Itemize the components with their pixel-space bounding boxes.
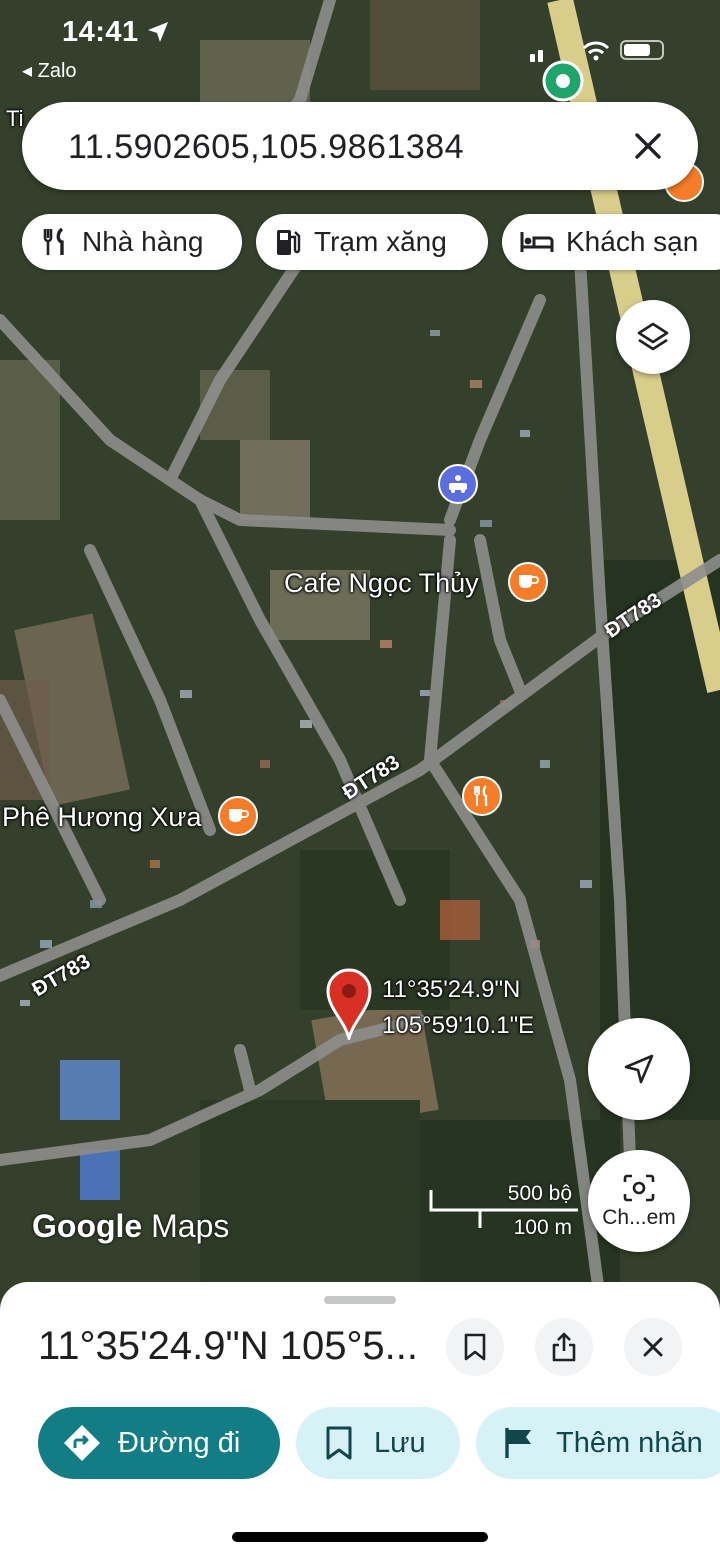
directions-label: Đường đi [118,1426,241,1459]
share-icon [552,1332,576,1362]
save-button[interactable]: Lưu [296,1407,460,1479]
hotel-icon [520,232,554,252]
share-button[interactable] [535,1318,593,1376]
status-bar: 14:41 ◂ Zalo [0,0,720,102]
satellite-imagery [0,0,720,1310]
bookmark-button[interactable] [446,1318,504,1376]
bookmark-icon [326,1426,352,1460]
dropped-pin-icon[interactable] [326,968,372,1040]
clock: 14:41 [62,16,139,48]
google-maps-logo: Google Maps [32,1208,230,1244]
navigation-arrow-icon [624,1054,654,1084]
chip-label: Khách sạn [566,226,699,257]
signal-icon [530,50,543,62]
save-label: Lưu [374,1426,426,1459]
location-services-icon [148,22,168,42]
bus-station-poi[interactable] [438,464,478,504]
place-label-cafe-ngoc-thuy[interactable]: Cafe Ngọc Thủy [284,568,479,599]
gas-station-icon [277,230,301,255]
scale-metric: 100 m [513,1216,572,1239]
close-sheet-button[interactable] [624,1318,682,1376]
cafe-poi[interactable] [508,562,548,602]
place-title: 11°35'24.9"N 105°5... [38,1324,419,1368]
my-location-button[interactable] [588,1018,690,1120]
chip-restaurants[interactable]: Nhà hàng [22,214,242,270]
restaurant-poi[interactable] [462,776,502,816]
wifi-icon [582,41,610,61]
bookmark-icon [464,1333,486,1361]
back-app-label: Zalo [37,60,77,82]
coffee-cup-icon [229,809,249,822]
sheet-drag-handle[interactable] [324,1296,396,1304]
restaurant-icon [43,227,64,255]
pin-latitude-label: 11°35'24.9"N [382,976,521,1003]
coffee-cup-icon [519,575,539,588]
back-to-app[interactable]: ◂ Zalo [22,58,77,83]
close-icon [643,1337,663,1357]
add-label-text: Thêm nhãn [556,1426,703,1459]
scale-imperial: 500 bộ [507,1182,572,1205]
car-icon [449,475,467,493]
camera-search-icon [623,1174,655,1202]
chip-gas-stations[interactable]: Trạm xăng [256,214,488,270]
place-label-phe-huong-xua[interactable]: Phê Hương Xưa [2,802,201,833]
cafe-poi[interactable] [218,796,258,836]
home-indicator[interactable] [232,1532,488,1542]
layers-button[interactable] [616,300,690,374]
current-location-dot [542,60,584,102]
chip-label: Trạm xăng [314,226,447,257]
pin-longitude-label: 105°59'10.1"E [382,1012,535,1039]
directions-icon [64,1425,100,1461]
search-bar[interactable]: 11.5902605,105.9861384 [22,102,698,190]
flag-icon [505,1428,531,1458]
fork-knife-icon [474,785,488,806]
close-icon[interactable] [628,126,668,166]
map-view[interactable]: Ti Cafe Ngọc Thủy ĐT783 ĐT783 ĐT783 Phê … [0,0,720,1310]
lens-label: Ch...em [602,1206,676,1229]
chip-hotels[interactable]: Khách sạn [502,214,720,270]
map-label-fragment: Ti [6,106,24,131]
chip-label: Nhà hàng [82,226,204,257]
search-query[interactable]: 11.5902605,105.9861384 [68,128,464,167]
map-scale: 500 bộ 100 m [428,1180,588,1240]
battery-icon [620,40,664,60]
lens-button[interactable]: Ch...em [588,1150,690,1252]
place-bottom-sheet[interactable]: 11°35'24.9"N 105°5... Đường đi Lưu Thêm … [0,1282,720,1558]
add-label-button[interactable]: Thêm nhãn [476,1407,720,1479]
layers-icon [637,322,669,351]
directions-button[interactable]: Đường đi [38,1407,280,1479]
